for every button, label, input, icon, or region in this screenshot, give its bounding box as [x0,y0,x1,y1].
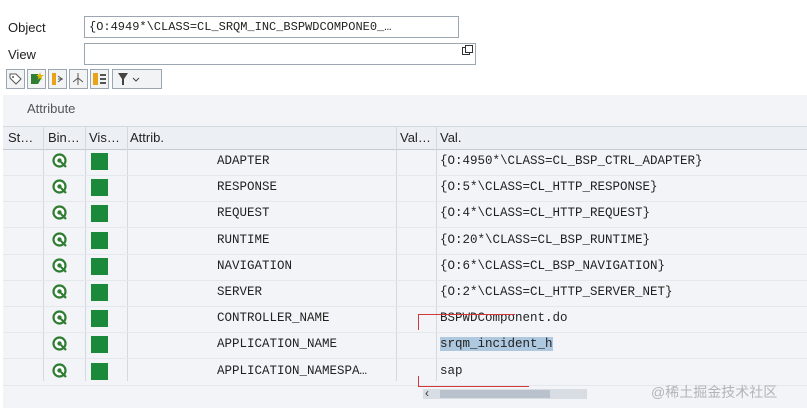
attribute-name: REQUEST [217,206,270,221]
attribute-name: APPLICATION_NAME [217,337,338,352]
table-row[interactable]: CONTROLLER_NAME BSPWDComponent.do [3,306,807,334]
binding-icon [52,153,67,168]
attribute-name: ADAPTER [217,154,270,168]
visibility-public-icon [91,284,108,301]
visibility-public-icon [91,205,108,223]
object-value: {O:4949*\CLASS=CL_SRQM_INC_BSPWDCOMPONE0… [89,20,392,34]
col-header-value[interactable]: Val. [440,130,461,145]
binding-icon [52,284,67,299]
attribute-name: NAVIGATION [217,258,293,273]
view-field[interactable] [84,43,476,65]
filter-icon[interactable] [112,69,162,89]
hierarchy-icon[interactable] [69,69,88,89]
binding-icon [52,336,67,352]
watermark: @稀土掘金技术社区 [651,384,778,400]
col-header-attribute[interactable]: Attrib. [130,130,164,145]
attribute-name: RESPONSE [217,180,278,195]
scroll-left-icon[interactable]: ‹ [425,386,429,400]
grid-header: St… Bin… Vis… Attrib. Val… Val. [3,126,807,150]
object-field[interactable]: {O:4949*\CLASS=CL_SRQM_INC_BSPWDCOMPONE0… [84,16,459,38]
table-row[interactable]: ADAPTER {O:4950*\CLASS=CL_BSP_CTRL_ADAPTE… [3,149,807,176]
visibility-public-icon [91,257,108,275]
attribute-value[interactable]: {O:4*\CLASS=CL_HTTP_REQUEST} [440,206,650,220]
attribute-grid: Attribute St… Bin… Vis… Attrib. Val… Val… [3,95,807,408]
annotation-box-top [418,314,515,330]
grid-title: Attribute [27,101,76,116]
visibility-public-icon [91,362,108,380]
annotation-box-bottom [418,376,529,387]
scrollbar-thumb[interactable] [440,390,550,398]
table-row[interactable]: RUNTIME {O:20*\CLASS=CL_BSP_RUNTIME} [3,228,807,255]
attribute-value[interactable]: {O:20*\CLASS=CL_BSP_RUNTIME} [440,233,650,247]
visibility-public-icon [91,153,108,170]
visibility-public-icon [91,336,108,354]
visibility-public-icon [91,231,108,249]
col-header-binding[interactable]: Bin… [48,130,80,145]
binding-icon [52,205,67,221]
visibility-public-icon [91,179,108,197]
col-header-value-type[interactable]: Val… [400,130,431,145]
col-header-status[interactable]: St… [8,130,33,145]
browse-icon[interactable] [462,45,473,55]
horizontal-scrollbar[interactable]: ‹ [423,386,587,400]
view-label: View [8,47,36,62]
tag-icon[interactable] [6,69,25,89]
object-label: Object [8,20,46,35]
attribute-value[interactable]: {O:4950*\CLASS=CL_BSP_CTRL_ADAPTER} [440,154,703,168]
binding-icon [52,362,67,378]
table-row[interactable]: APPLICATION_NAME srqm_incident_h [3,332,807,360]
attribute-value[interactable]: srqm_incident_h [440,337,553,352]
col-header-visibility[interactable]: Vis… [89,130,120,145]
table-row[interactable]: SERVER {O:2*\CLASS=CL_HTTP_SERVER_NET} [3,280,807,307]
table-row[interactable]: NAVIGATION {O:6*\CLASS=CL_BSP_NAVIGATION} [3,254,807,281]
binding-icon [52,310,67,325]
attribute-value[interactable]: {O:6*\CLASS=CL_BSP_NAVIGATION} [440,259,665,273]
binding-icon [52,179,67,194]
attribute-name: RUNTIME [217,232,270,247]
layout-icon[interactable] [90,69,109,89]
attribute-name: APPLICATION_NAMESPA… [217,363,368,378]
attribute-value[interactable]: {O:2*\CLASS=CL_HTTP_SERVER_NET} [440,285,673,299]
expand-icon[interactable] [48,69,67,89]
attribute-name: CONTROLLER_NAME [217,311,330,326]
attribute-value[interactable]: {O:5*\CLASS=CL_HTTP_RESPONSE} [440,180,658,194]
binding-icon [52,231,67,247]
attribute-name: SERVER [217,285,263,299]
table-row[interactable]: RESPONSE {O:5*\CLASS=CL_HTTP_RESPONSE} [3,175,807,203]
binding-icon [52,258,67,273]
bookmark-star-icon[interactable] [27,69,46,89]
visibility-public-icon [91,310,108,328]
table-row[interactable]: REQUEST {O:4*\CLASS=CL_HTTP_REQUEST} [3,201,807,229]
